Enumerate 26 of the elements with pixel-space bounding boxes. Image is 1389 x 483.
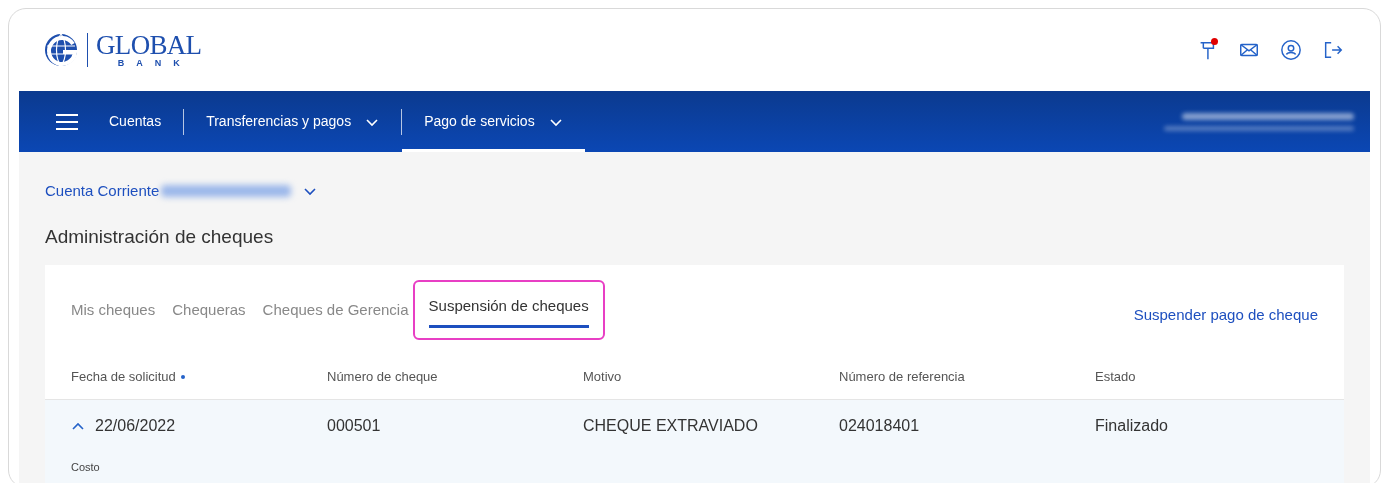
table-cell-text: 22/06/2022 <box>95 416 176 436</box>
table-cell-text: CHEQUE EXTRAVIADO <box>583 416 758 436</box>
page-title: Administración de cheques <box>45 224 275 249</box>
account-selector[interactable]: Cuenta Corriente <box>45 180 318 203</box>
column-header[interactable]: Fecha de solicitud <box>71 367 176 387</box>
logout-icon[interactable] <box>1322 39 1344 61</box>
globe-logo-icon <box>43 32 79 68</box>
logo-text: GLOBAL <box>96 32 202 59</box>
table-cell-text: Finalizado <box>1095 416 1168 436</box>
column-header[interactable]: Número de referencia <box>839 367 965 387</box>
table-cell-text: 024018401 <box>839 416 920 436</box>
logo-subtitle: BANK <box>116 59 192 68</box>
column-header[interactable]: Motivo <box>583 367 622 387</box>
user-icon[interactable] <box>1280 39 1302 61</box>
column-header[interactable]: Número de cheque <box>327 367 438 387</box>
table-cell-text: 000501 <box>327 416 381 436</box>
column-header[interactable]: Estado <box>1095 367 1136 387</box>
tab[interactable]: Cheques de Gerencia <box>262 299 409 322</box>
nav-item[interactable]: Cuentas <box>79 91 184 152</box>
suspend-link[interactable]: Suspender pago de cheque <box>1133 303 1318 327</box>
logo[interactable]: GLOBAL BANK <box>43 32 202 68</box>
detail-label: Costo <box>71 461 100 473</box>
tab[interactable]: Chequeras <box>172 299 246 322</box>
nav-item[interactable]: Transferencias y pagos <box>184 91 402 152</box>
tab[interactable]: Mis cheques <box>71 299 156 322</box>
menu-icon[interactable] <box>55 112 79 131</box>
